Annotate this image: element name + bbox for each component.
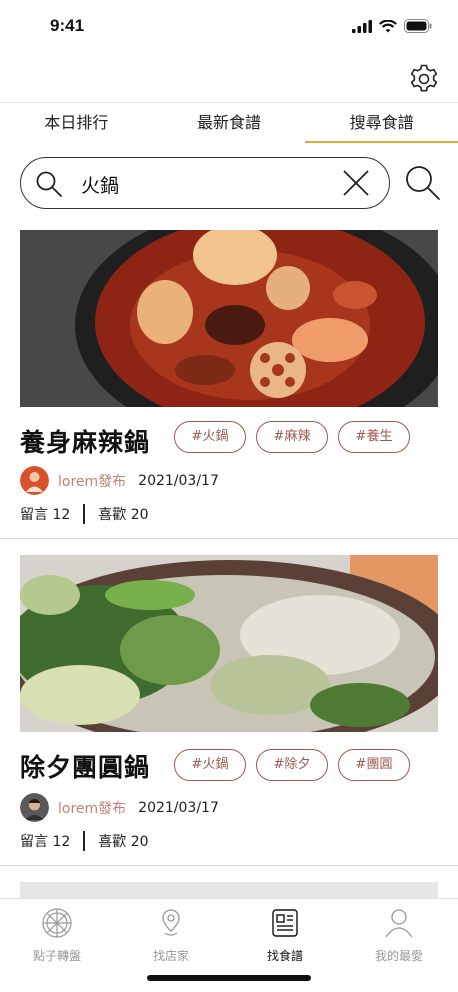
signal-icon <box>352 19 372 33</box>
stats-divider <box>83 504 86 524</box>
status-bar: 9:41 <box>0 0 458 54</box>
tag-chip[interactable]: #麻辣 <box>256 421 328 453</box>
recipe-photo[interactable] <box>20 555 438 732</box>
tab-daily-ranking[interactable]: 本日排行 <box>0 103 153 143</box>
tag-list: #火鍋 #除夕 #團圓 <box>174 749 410 781</box>
wifi-icon <box>379 19 397 32</box>
recipe-title[interactable]: 除夕團圓鍋 <box>20 748 150 784</box>
recipe-card[interactable]: 除夕團圓鍋 #火鍋 #除夕 #團圓 lorem發布 2021/03/17 留言 … <box>0 555 458 865</box>
nav-item-find-recipe[interactable]: 找食譜 <box>228 907 342 964</box>
tag-list: #火鍋 #麻辣 #養生 <box>174 421 410 453</box>
author-row: lorem發布 2021/03/17 <box>20 793 219 822</box>
card-divider <box>0 865 458 866</box>
nav-item-find-store[interactable]: 找店家 <box>114 907 228 964</box>
tag-chip[interactable]: #除夕 <box>256 749 328 781</box>
settings-button[interactable] <box>406 61 442 97</box>
tab-bar: 本日排行 最新食譜 搜尋食譜 <box>0 102 458 143</box>
nav-item-idea-wheel[interactable]: 點子轉盤 <box>0 907 114 964</box>
tag-chip[interactable]: #團圓 <box>338 749 410 781</box>
nav-label: 找食譜 <box>266 949 303 963</box>
search-value: 火鍋 <box>81 175 120 197</box>
like-count[interactable]: 喜歡 20 <box>98 504 148 524</box>
post-date: 2021/03/17 <box>138 472 219 489</box>
tab-search-recipes[interactable]: 搜尋食譜 <box>305 103 458 143</box>
like-count[interactable]: 喜歡 20 <box>98 831 148 851</box>
recipe-book-icon <box>272 909 298 937</box>
home-indicator[interactable] <box>147 975 311 981</box>
recipe-photo-peek[interactable] <box>20 882 438 898</box>
tag-chip[interactable]: #火鍋 <box>174 749 246 781</box>
tab-latest-recipes[interactable]: 最新食譜 <box>153 103 306 143</box>
stats-row: 留言 12 喜歡 20 <box>20 831 149 851</box>
comment-count[interactable]: 留言 12 <box>20 504 70 524</box>
tag-chip[interactable]: #養生 <box>338 421 410 453</box>
nav-item-favorites[interactable]: 我的最愛 <box>342 907 456 964</box>
card-divider <box>0 538 458 539</box>
nav-label: 我的最愛 <box>374 949 423 963</box>
status-time: 9:41 <box>50 16 85 35</box>
map-pin-icon <box>162 909 180 936</box>
avatar[interactable] <box>20 466 49 495</box>
battery-icon <box>404 19 432 33</box>
status-icons <box>352 18 432 34</box>
nav-label: 找店家 <box>152 949 189 963</box>
wheel-icon <box>42 908 72 938</box>
avatar[interactable] <box>20 793 49 822</box>
nav-label: 點子轉盤 <box>32 949 81 963</box>
user-icon <box>385 909 413 938</box>
search-input[interactable]: 火鍋 <box>20 157 390 209</box>
gear-icon <box>410 64 438 92</box>
author-name[interactable]: lorem發布 <box>58 471 126 491</box>
recipe-photo[interactable] <box>20 230 438 407</box>
search-icon <box>36 171 62 197</box>
author-row: lorem發布 2021/03/17 <box>20 466 219 495</box>
comment-count[interactable]: 留言 12 <box>20 831 70 851</box>
tag-chip[interactable]: #火鍋 <box>174 421 246 453</box>
stats-row: 留言 12 喜歡 20 <box>20 504 149 524</box>
author-name[interactable]: lorem發布 <box>58 798 126 818</box>
recipe-card[interactable]: 養身麻辣鍋 #火鍋 #麻辣 #養生 lorem發布 2021/03/17 留言 … <box>0 230 458 540</box>
post-date: 2021/03/17 <box>138 799 219 816</box>
stats-divider <box>83 831 86 851</box>
clear-icon[interactable] <box>343 170 369 196</box>
recipe-title[interactable]: 養身麻辣鍋 <box>20 423 150 459</box>
search-button[interactable] <box>403 163 443 203</box>
